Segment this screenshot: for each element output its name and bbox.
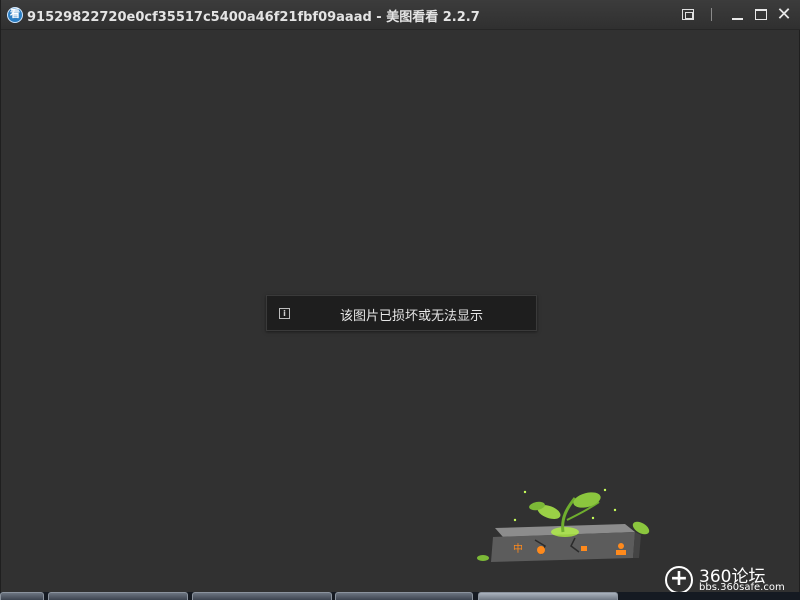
taskbar-button[interactable] <box>192 592 332 600</box>
taskbar-button[interactable] <box>335 592 473 600</box>
slab-icon <box>581 546 587 551</box>
close-icon: ✕ <box>776 4 792 25</box>
sparkle <box>523 490 527 494</box>
taskbar-button[interactable] <box>0 592 44 600</box>
minimize-icon <box>732 18 743 20</box>
error-message-text: 该图片已损坏或无法显示 <box>339 309 483 324</box>
app-logo-icon[interactable]: 看 <box>7 7 23 23</box>
error-message-box: i 该图片已损坏或无法显示 <box>266 295 537 331</box>
sparkle <box>613 508 617 512</box>
info-icon: i <box>279 308 290 319</box>
taskbar-button[interactable] <box>48 592 188 600</box>
sparkle <box>591 516 595 520</box>
watermark: + 360论坛 bbs.360safe.com <box>665 562 797 596</box>
slab-icon: 中 <box>513 542 523 555</box>
slab-icon <box>618 543 624 549</box>
plus-icon: + <box>665 566 693 594</box>
title-separator <box>711 8 712 21</box>
fit-to-window-icon <box>682 9 694 20</box>
slab-icon <box>616 550 626 555</box>
viewer-window: 看 91529822720e0cf35517c5400a46f21fbf09aa… <box>0 0 800 594</box>
title-bar[interactable]: 看 91529822720e0cf35517c5400a46f21fbf09aa… <box>1 0 800 30</box>
window-title: 91529822720e0cf35517c5400a46f21fbf09aaad… <box>27 10 480 25</box>
fit-to-window-button[interactable] <box>678 5 698 25</box>
plant-leaf <box>573 492 601 508</box>
taskbar-button-active[interactable] <box>478 592 618 600</box>
maximize-button[interactable] <box>751 5 771 25</box>
plant-on-stone-illustration: 中 <box>477 488 650 562</box>
sparkle <box>603 488 607 492</box>
plant-glow <box>551 527 579 537</box>
slab-icon <box>537 546 545 554</box>
taskbar <box>0 592 800 600</box>
plant-leaf <box>477 555 489 561</box>
minimize-button[interactable] <box>727 5 747 25</box>
maximize-icon <box>755 9 767 20</box>
sparkle <box>513 518 517 522</box>
close-button[interactable]: ✕ <box>774 5 794 25</box>
